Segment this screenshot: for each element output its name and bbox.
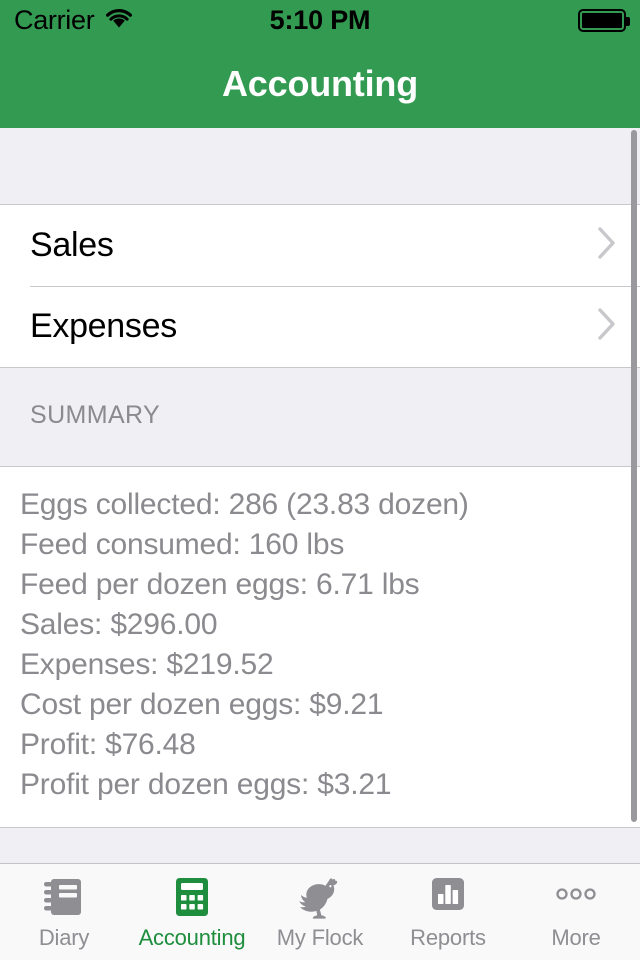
tab-bar: Diary Accounting My Flock Reports More xyxy=(0,863,640,960)
summary-card: Eggs collected: 286 (23.83 dozen) Feed c… xyxy=(0,466,640,828)
status-bar-left: Carrier xyxy=(14,4,134,35)
list-row-label: Expenses xyxy=(30,307,177,345)
chevron-right-icon xyxy=(596,225,618,266)
navigation-list-card: Sales Expenses xyxy=(0,204,640,368)
summary-line-feed-consumed: Feed consumed: 160 lbs xyxy=(20,528,345,561)
tab-diary[interactable]: Diary xyxy=(0,864,128,960)
ellipsis-icon xyxy=(549,872,603,927)
chicken-icon xyxy=(294,872,346,927)
tab-my-flock[interactable]: My Flock xyxy=(256,864,384,960)
status-bar-right xyxy=(578,8,630,32)
tab-more[interactable]: More xyxy=(512,864,640,960)
wifi-icon xyxy=(104,7,134,34)
top-spacer xyxy=(0,128,640,204)
tab-icon-container xyxy=(294,874,346,924)
tab-icon-container xyxy=(549,874,603,924)
tab-label-diary: Diary xyxy=(38,925,90,950)
tab-label-accounting: Accounting xyxy=(138,925,246,950)
scroll-content[interactable]: Sales Expenses SUMMARY Eggs collected: 2… xyxy=(0,128,640,864)
summary-line-feed-per-dozen: Feed per dozen eggs: 6.71 lbs xyxy=(20,568,420,601)
battery-nub xyxy=(626,16,630,26)
summary-line-profit-per-dozen: Profit per dozen eggs: $3.21 xyxy=(20,768,392,801)
list-row-label: Sales xyxy=(30,226,114,264)
summary-line-eggs-collected: Eggs collected: 286 (23.83 dozen) xyxy=(20,488,469,521)
carrier-label: Carrier xyxy=(14,4,95,35)
tab-label-more: More xyxy=(551,925,601,950)
tab-reports[interactable]: Reports xyxy=(384,864,512,960)
tab-label-reports: Reports xyxy=(410,925,486,950)
tab-accounting[interactable]: Accounting xyxy=(128,864,256,960)
tab-icon-container xyxy=(423,874,473,924)
summary-section-header: SUMMARY xyxy=(0,368,640,466)
summary-line-sales: Sales: $296.00 xyxy=(20,608,218,641)
notebook-icon xyxy=(39,872,89,927)
navigation-bar: Accounting xyxy=(0,40,640,128)
chevron-right-icon xyxy=(596,306,618,347)
summary-line-cost-per-dozen: Cost per dozen eggs: $9.21 xyxy=(20,688,384,721)
list-row-sales[interactable]: Sales xyxy=(0,205,640,286)
calculator-icon xyxy=(167,872,217,927)
battery-fill xyxy=(582,12,622,28)
page-title: Accounting xyxy=(222,63,418,104)
bar-chart-icon xyxy=(423,872,473,927)
summary-line-expenses: Expenses: $219.52 xyxy=(20,648,274,681)
tab-label-my-flock: My Flock xyxy=(276,925,364,950)
battery-full-icon xyxy=(578,8,630,32)
summary-section-title: SUMMARY xyxy=(30,400,161,429)
summary-line-profit: Profit: $76.48 xyxy=(20,728,196,761)
tab-icon-container xyxy=(167,874,217,924)
tab-icon-container xyxy=(39,874,89,924)
list-row-expenses[interactable]: Expenses xyxy=(0,286,640,367)
status-bar: Carrier 5:10 PM xyxy=(0,0,640,40)
